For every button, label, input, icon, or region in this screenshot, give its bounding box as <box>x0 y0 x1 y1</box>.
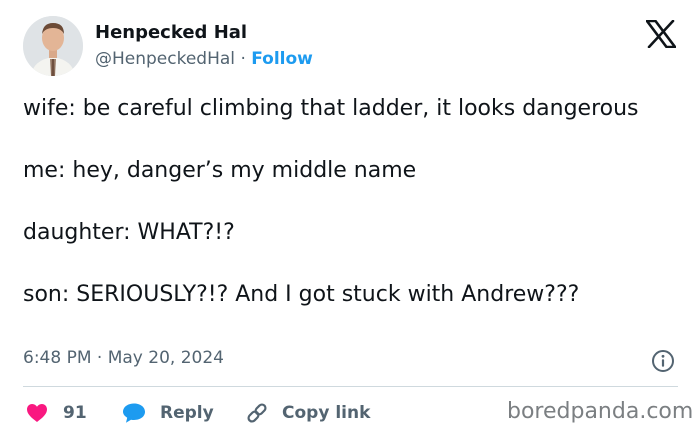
x-logo-icon[interactable] <box>646 20 676 48</box>
follow-button[interactable]: Follow <box>251 49 313 69</box>
info-icon[interactable] <box>651 349 675 373</box>
avatar[interactable] <box>23 16 83 76</box>
tweet-date: May 20, 2024 <box>107 348 224 368</box>
copy-link-button[interactable]: Copy link <box>245 400 370 426</box>
author-handle-line: @HenpeckedHal · Follow <box>95 49 313 69</box>
like-button[interactable]: 91 <box>26 400 87 426</box>
avatar-portrait-image <box>23 16 83 76</box>
timestamp-separator: · <box>96 348 103 368</box>
divider <box>23 386 678 387</box>
tweet-text: wife: be careful climbing that ladder, i… <box>23 93 683 310</box>
tweet-paragraph: me: hey, danger’s my middle name <box>23 158 417 183</box>
copy-link-label: Copy link <box>282 403 371 423</box>
author-handle[interactable]: @HenpeckedHal <box>95 49 235 69</box>
tweet-paragraph: daughter: WHAT?!? <box>23 220 235 245</box>
tweet-paragraph: wife: be careful climbing that ladder, i… <box>23 96 639 121</box>
tweet-time: 6:48 PM <box>23 348 92 368</box>
like-count: 91 <box>63 403 87 423</box>
author-name[interactable]: Henpecked Hal <box>95 22 247 43</box>
reply-label: Reply <box>160 403 214 423</box>
link-icon <box>247 403 267 423</box>
tweet-timestamp[interactable]: 6:48 PM · May 20, 2024 <box>23 348 224 368</box>
heart-icon <box>27 404 47 422</box>
handle-separator: · <box>240 49 246 69</box>
speech-bubble-icon <box>123 403 145 423</box>
reply-button[interactable]: Reply <box>122 400 214 426</box>
tweet-paragraph: son: SERIOUSLY?!? And I got stuck with A… <box>23 282 580 307</box>
watermark: boredpanda.com <box>507 399 694 424</box>
